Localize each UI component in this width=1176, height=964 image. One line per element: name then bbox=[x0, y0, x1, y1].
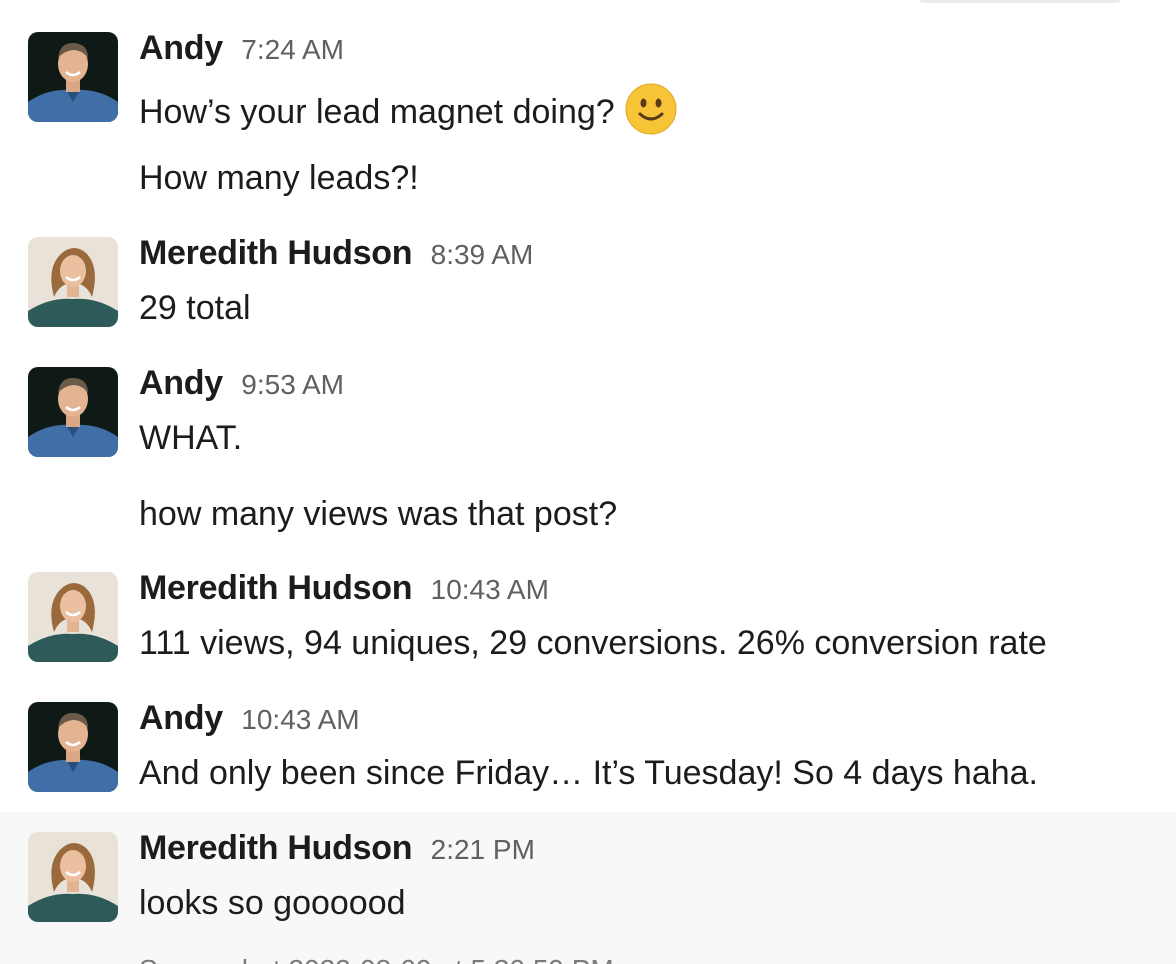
message-timestamp[interactable]: 8:39 AM bbox=[431, 239, 534, 270]
message[interactable]: Meredith Hudson 8:39 AM 29 total bbox=[0, 215, 1176, 355]
message[interactable]: Meredith Hudson 2:21 PM looks so goooood bbox=[0, 812, 1176, 964]
message-line: How’s your lead magnet doing? bbox=[139, 93, 615, 131]
message-timestamp[interactable]: 7:24 AM bbox=[241, 34, 344, 65]
message-timestamp[interactable]: 10:43 AM bbox=[431, 574, 549, 605]
message-timestamp[interactable]: 9:53 AM bbox=[241, 369, 344, 400]
avatar[interactable] bbox=[28, 832, 118, 922]
message-line: looks so goooood bbox=[139, 884, 406, 922]
message[interactable]: Meredith Hudson 10:43 AM 111 views, 94 u… bbox=[0, 550, 1176, 690]
screenshot-caption: Screenshot 2022-08-09 at 5.30.59 PM bbox=[139, 950, 614, 964]
andy-avatar-image bbox=[28, 32, 118, 122]
meredith-avatar-image bbox=[28, 832, 118, 922]
message-line: How many leads?! bbox=[139, 159, 419, 197]
message[interactable]: Andy 10:43 AM And only been since Friday… bbox=[0, 690, 1176, 812]
message-author[interactable]: Andy bbox=[139, 699, 223, 737]
avatar[interactable] bbox=[28, 572, 118, 662]
message-feed: Andy 7:24 AM How’s your lead magnet doin… bbox=[0, 0, 1176, 964]
message-timestamp[interactable]: 10:43 AM bbox=[241, 704, 359, 735]
message[interactable]: Andy 7:24 AM How’s your lead magnet doin… bbox=[0, 0, 1176, 215]
message-author[interactable]: Meredith Hudson bbox=[139, 234, 412, 272]
avatar[interactable] bbox=[28, 367, 118, 457]
andy-avatar-image bbox=[28, 367, 118, 457]
message-author[interactable]: Andy bbox=[139, 29, 223, 67]
meredith-avatar-image bbox=[28, 237, 118, 327]
message-line: how many views was that post? bbox=[139, 495, 618, 533]
avatar[interactable] bbox=[28, 237, 118, 327]
andy-avatar-image bbox=[28, 702, 118, 792]
message-line: 29 total bbox=[139, 289, 251, 327]
message-text: How’s your lead magnet doing? bbox=[139, 83, 677, 135]
message-timestamp[interactable]: 2:21 PM bbox=[431, 834, 535, 865]
message-author[interactable]: Meredith Hudson bbox=[139, 829, 412, 867]
avatar[interactable] bbox=[28, 32, 118, 122]
message-line: 111 views, 94 uniques, 29 conversions. 2… bbox=[139, 624, 1047, 662]
message-line: WHAT. bbox=[139, 419, 243, 457]
avatar[interactable] bbox=[28, 702, 118, 792]
message[interactable]: Andy 9:53 AM WHAT. how many views was th… bbox=[0, 355, 1176, 550]
meredith-avatar-image bbox=[28, 572, 118, 662]
message-author[interactable]: Meredith Hudson bbox=[139, 569, 412, 607]
message-author[interactable]: Andy bbox=[139, 364, 223, 402]
slightly-smiling-face-icon bbox=[625, 83, 677, 135]
message-line: And only been since Friday… It’s Tuesday… bbox=[139, 754, 1039, 792]
